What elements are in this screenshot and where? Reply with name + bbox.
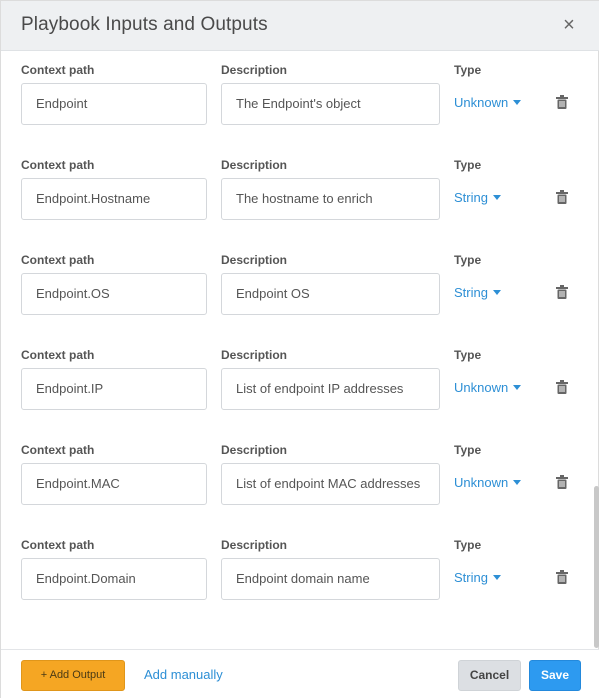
caret-down-icon xyxy=(492,289,501,295)
output-row: Context path Description Type Endpoint.D… xyxy=(1,538,591,628)
add-output-button[interactable]: + Add Output xyxy=(21,660,125,691)
dialog-footer: + Add Output Add manually Cancel Save xyxy=(1,649,599,698)
type-dropdown[interactable]: Unknown xyxy=(454,473,522,491)
trash-icon[interactable] xyxy=(556,380,568,394)
output-row: Context path Description Type Endpoint.M… xyxy=(1,443,591,533)
caret-down-icon xyxy=(513,479,522,485)
playbook-io-dialog: Playbook Inputs and Outputs × Context pa… xyxy=(0,0,599,698)
description-input[interactable]: Endpoint OS xyxy=(221,273,440,315)
scrollbar-thumb[interactable] xyxy=(594,486,599,648)
output-row: Context path Description Type Endpoint.I… xyxy=(1,348,591,438)
context-path-label: Context path xyxy=(21,158,95,172)
type-dropdown[interactable]: String xyxy=(454,283,501,301)
description-label: Description xyxy=(221,348,288,362)
outputs-list[interactable]: Context path Description Type Endpoint T… xyxy=(1,51,599,649)
type-value: String xyxy=(454,189,488,205)
caret-down-icon xyxy=(513,99,522,105)
cancel-button[interactable]: Cancel xyxy=(458,660,521,691)
description-input[interactable]: The hostname to enrich xyxy=(221,178,440,220)
context-path-label: Context path xyxy=(21,538,95,552)
type-label: Type xyxy=(454,253,482,267)
trash-icon[interactable] xyxy=(556,95,568,109)
type-label: Type xyxy=(454,443,482,457)
context-path-input[interactable]: Endpoint.Domain xyxy=(21,558,207,600)
context-path-label: Context path xyxy=(21,63,95,77)
description-label: Description xyxy=(221,538,288,552)
caret-down-icon xyxy=(513,384,522,390)
output-row: Context path Description Type Endpoint T… xyxy=(1,63,591,153)
trash-icon[interactable] xyxy=(556,285,568,299)
description-input[interactable]: Endpoint domain name xyxy=(221,558,440,600)
type-value: String xyxy=(454,569,488,585)
trash-icon[interactable] xyxy=(556,475,568,489)
context-path-label: Context path xyxy=(21,443,95,457)
type-label: Type xyxy=(454,348,482,362)
context-path-input[interactable]: Endpoint.Hostname xyxy=(21,178,207,220)
type-dropdown[interactable]: String xyxy=(454,568,501,586)
trash-icon[interactable] xyxy=(556,570,568,584)
description-input[interactable]: The Endpoint's object xyxy=(221,83,440,125)
output-row: Context path Description Type Endpoint.O… xyxy=(1,253,591,343)
type-value: Unknown xyxy=(454,379,509,395)
type-dropdown[interactable]: Unknown xyxy=(454,378,522,396)
save-button[interactable]: Save xyxy=(529,660,581,691)
close-icon[interactable]: × xyxy=(561,14,577,36)
context-path-input[interactable]: Endpoint.OS xyxy=(21,273,207,315)
type-label: Type xyxy=(454,538,482,552)
description-label: Description xyxy=(221,158,288,172)
output-row: Context path Description Type Endpoint.H… xyxy=(1,158,591,248)
type-value: String xyxy=(454,284,488,300)
caret-down-icon xyxy=(492,574,501,580)
type-dropdown[interactable]: String xyxy=(454,188,501,206)
context-path-input[interactable]: Endpoint.MAC xyxy=(21,463,207,505)
description-input[interactable]: List of endpoint IP addresses xyxy=(221,368,440,410)
caret-down-icon xyxy=(492,194,501,200)
dialog-header: Playbook Inputs and Outputs × xyxy=(1,1,599,51)
type-label: Type xyxy=(454,158,482,172)
dialog-title: Playbook Inputs and Outputs xyxy=(21,14,268,35)
context-path-label: Context path xyxy=(21,348,95,362)
add-manually-link[interactable]: Add manually xyxy=(144,667,223,682)
context-path-input[interactable]: Endpoint.IP xyxy=(21,368,207,410)
description-input[interactable]: List of endpoint MAC addresses xyxy=(221,463,440,505)
description-label: Description xyxy=(221,443,288,457)
context-path-label: Context path xyxy=(21,253,95,267)
description-label: Description xyxy=(221,63,288,77)
type-value: Unknown xyxy=(454,474,509,490)
type-value: Unknown xyxy=(454,94,509,110)
type-label: Type xyxy=(454,63,482,77)
type-dropdown[interactable]: Unknown xyxy=(454,93,522,111)
context-path-input[interactable]: Endpoint xyxy=(21,83,207,125)
description-label: Description xyxy=(221,253,288,267)
trash-icon[interactable] xyxy=(556,190,568,204)
